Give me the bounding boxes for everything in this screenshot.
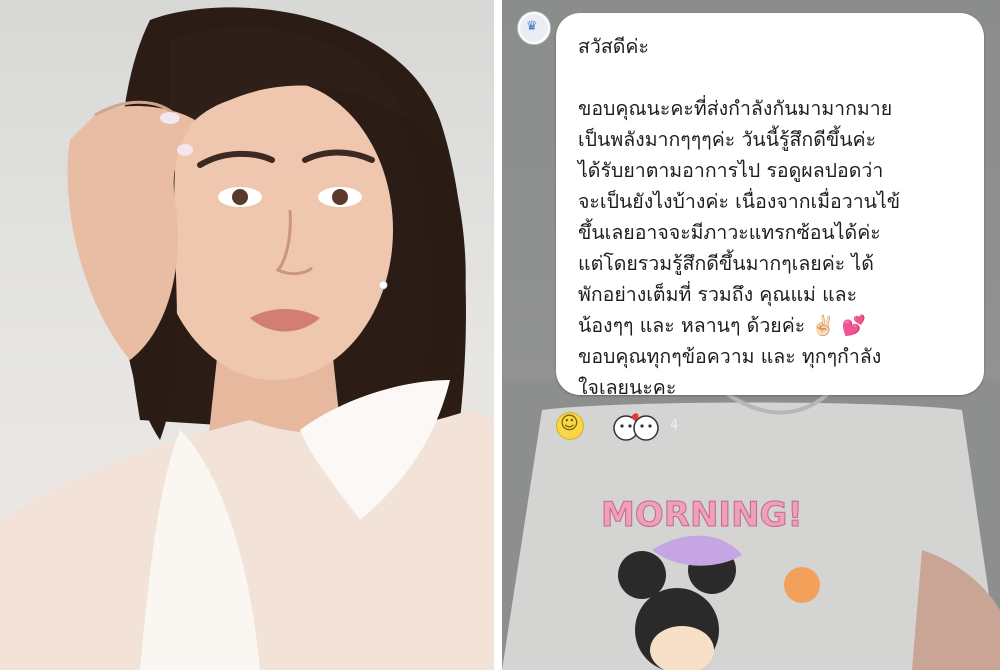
message-greeting: สวัสดีค่ะ xyxy=(578,35,649,58)
smiley-face-icon[interactable]: ☺ xyxy=(556,412,584,440)
message-line: ใจเลยนะคะ xyxy=(578,376,677,399)
message-line: ขอบคุณทุกๆข้อความ และ ทุกๆกำลัง xyxy=(578,345,882,368)
sender-avatar[interactable]: ♛ xyxy=(518,12,550,44)
kissing-faces-sticker-icon[interactable] xyxy=(608,412,664,442)
message-bubble[interactable]: สวัสดีค่ะ ขอบคุณนะคะที่ส่งกำลังกันมามากม… xyxy=(556,13,984,399)
portrait-illustration xyxy=(0,7,494,670)
reaction-count: 4 xyxy=(670,418,679,433)
portrait-photo xyxy=(0,0,494,670)
message-text: สวัสดีค่ะ ขอบคุณนะคะที่ส่งกำลังกันมามากม… xyxy=(578,31,974,403)
message-line: น้องๆๆ และ หลานๆ ด้วยค่ะ ✌🏻 💕 xyxy=(578,314,867,337)
message-line: เป็นพลังมากๆๆๆค่ะ วันนี้รู้สึกดีขึ้นค่ะ xyxy=(578,128,877,151)
message-line: ขึ้นเลยอาจจะมีภาวะแทรกซ้อนได้ค่ะ xyxy=(578,221,881,244)
chat-screenshot-panel: MORNING! ♛ สวัสดีค่ะ ขอบคุณนะคะที่ส่งกำล… xyxy=(502,0,1000,670)
message-line: แต่โดยรวมรู้สึกดีขึ้นมากๆเลยค่ะ ได้ xyxy=(578,252,874,275)
panel-divider xyxy=(494,0,502,670)
message-line: ขอบคุณนะคะที่ส่งกำลังกันมามากมาย xyxy=(578,97,893,120)
message-line: จะเป็นยังไงบ้างค่ะ เนื่องจากเมื่อวานไข้ xyxy=(578,190,901,213)
message-line: ได้รับยาตามอาการไป รอดูผลปอดว่า xyxy=(578,159,884,182)
crown-icon: ♛ xyxy=(526,19,538,34)
shirt-morning-text: MORNING! xyxy=(601,495,803,535)
message-line: พักอย่างเต็มที่ รวมถึง คุณแม่ และ xyxy=(578,283,858,306)
